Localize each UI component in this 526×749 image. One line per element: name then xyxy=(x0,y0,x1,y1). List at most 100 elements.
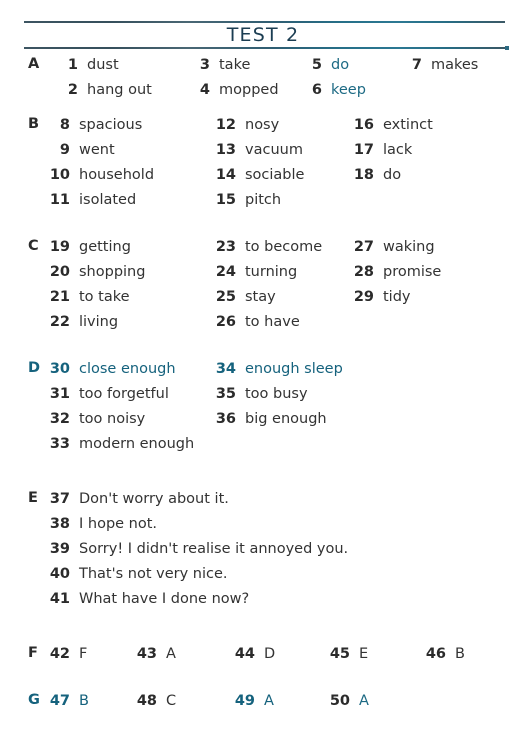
answer-text: That's not very nice. xyxy=(79,566,228,582)
answer-text: shopping xyxy=(79,264,146,280)
answer-row: 22 living 26 to have xyxy=(0,309,526,334)
answer-cell: 8 spacious xyxy=(48,112,142,138)
answer-cell: 49 A xyxy=(233,688,274,714)
answer-cell: 7 makes xyxy=(400,52,478,78)
question-number: 12 xyxy=(215,117,236,133)
question-number: 29 xyxy=(353,289,374,305)
question-number: 45 xyxy=(329,646,350,662)
answer-text: lack xyxy=(383,142,413,158)
answer-text: Don't worry about it. xyxy=(79,491,229,507)
answer-text: A xyxy=(166,646,176,662)
answer-text: do xyxy=(331,57,350,73)
answer-text: close enough xyxy=(79,361,176,377)
answer-text: nosy xyxy=(245,117,280,133)
section-letter-g: G xyxy=(28,692,40,708)
section-letter-e: E xyxy=(28,490,38,506)
answer-text: take xyxy=(219,57,251,73)
header-rule-top xyxy=(24,21,505,23)
answer-cell: 33 modern enough xyxy=(48,431,194,457)
question-number: 22 xyxy=(49,314,70,330)
answer-cell: 46 B xyxy=(424,641,465,667)
question-number: 15 xyxy=(215,192,236,208)
answer-cell: 42 F xyxy=(48,641,88,667)
answer-cell: 24 turning xyxy=(214,259,297,285)
answer-text: promise xyxy=(383,264,442,280)
answer-row: 21 to take 25 stay 29 tidy xyxy=(0,284,526,309)
answer-text: getting xyxy=(79,239,131,255)
question-number: 7 xyxy=(411,57,422,73)
answer-cell: 10 household xyxy=(48,162,154,188)
answer-cell: 32 too noisy xyxy=(48,406,145,432)
section-e: E 37 Don't worry about it. 38 I hope not. … xyxy=(0,486,526,611)
answer-row: 31 too forgetful 35 too busy xyxy=(0,381,526,406)
question-number: 6 xyxy=(311,82,322,98)
section-c: C 19 getting 23 to become 27 waking 20 shopp… xyxy=(0,234,526,334)
answer-cell: 40 That's not very nice. xyxy=(48,561,228,587)
answer-cell: 29 tidy xyxy=(352,284,411,310)
answer-text: too noisy xyxy=(79,411,146,427)
answer-row: 11 isolated 15 pitch xyxy=(0,187,526,212)
question-number: 34 xyxy=(215,361,236,377)
answer-cell: 19 getting xyxy=(48,234,131,260)
question-number: 28 xyxy=(353,264,374,280)
question-number: 30 xyxy=(49,361,70,377)
answer-row: 40 That's not very nice. xyxy=(0,561,526,586)
answer-cell: 35 too busy xyxy=(214,381,308,407)
question-number: 33 xyxy=(49,436,70,452)
section-letter-a: A xyxy=(28,56,40,72)
answer-cell: 27 waking xyxy=(352,234,435,260)
answer-row: B 8 spacious 12 nosy 16 extinct xyxy=(0,112,526,137)
answer-text: keep xyxy=(331,82,366,98)
answer-text: vacuum xyxy=(245,142,303,158)
answer-text: E xyxy=(359,646,369,662)
question-number: 41 xyxy=(49,591,70,607)
answer-cell: 17 lack xyxy=(352,137,412,163)
answer-text: B xyxy=(79,693,89,709)
answer-row: 41 What have I done now? xyxy=(0,586,526,611)
answer-text: I hope not. xyxy=(79,516,158,532)
answer-text: went xyxy=(79,142,115,158)
header-rule-bottom xyxy=(24,46,509,50)
answer-cell: 22 living xyxy=(48,309,118,335)
question-number: 18 xyxy=(353,167,374,183)
answer-row: A 1 dust 3 take 5 do 7 makes xyxy=(0,52,526,77)
question-number: 38 xyxy=(49,516,70,532)
answer-text: extinct xyxy=(383,117,433,133)
answer-text: A xyxy=(359,693,369,709)
answer-text: to become xyxy=(245,239,323,255)
answer-cell: 12 nosy xyxy=(214,112,279,138)
answer-cell: 3 take xyxy=(188,52,250,78)
answer-text: B xyxy=(455,646,465,662)
answer-cell: 50 A xyxy=(328,688,369,714)
answer-text: pitch xyxy=(245,192,282,208)
question-number: 42 xyxy=(49,646,70,662)
question-number: 39 xyxy=(49,541,70,557)
answer-text: hang out xyxy=(87,82,152,98)
answer-cell: 31 too forgetful xyxy=(48,381,169,407)
answer-cell: 2 hang out xyxy=(56,77,152,103)
answer-text: C xyxy=(166,693,177,709)
question-number: 32 xyxy=(49,411,70,427)
question-number: 46 xyxy=(425,646,446,662)
answer-cell: 6 keep xyxy=(300,77,366,103)
answer-text: stay xyxy=(245,289,276,305)
section-letter-f: F xyxy=(28,645,38,661)
question-number: 37 xyxy=(49,491,70,507)
answer-cell: 9 went xyxy=(48,137,115,163)
answer-text: turning xyxy=(245,264,298,280)
question-number: 14 xyxy=(215,167,236,183)
answer-row: C 19 getting 23 to become 27 waking xyxy=(0,234,526,259)
answer-row: F 42 F 43 A 44 D 45 E 46 B xyxy=(0,641,526,666)
answer-row: 33 modern enough xyxy=(0,431,526,456)
answer-text: tidy xyxy=(383,289,411,305)
answer-cell: 43 A xyxy=(135,641,176,667)
answer-cell: 21 to take xyxy=(48,284,130,310)
answer-cell: 5 do xyxy=(300,52,349,78)
answer-cell: 13 vacuum xyxy=(214,137,303,163)
question-number: 16 xyxy=(353,117,374,133)
question-number: 49 xyxy=(234,693,255,709)
answer-cell: 37 Don't worry about it. xyxy=(48,486,229,512)
